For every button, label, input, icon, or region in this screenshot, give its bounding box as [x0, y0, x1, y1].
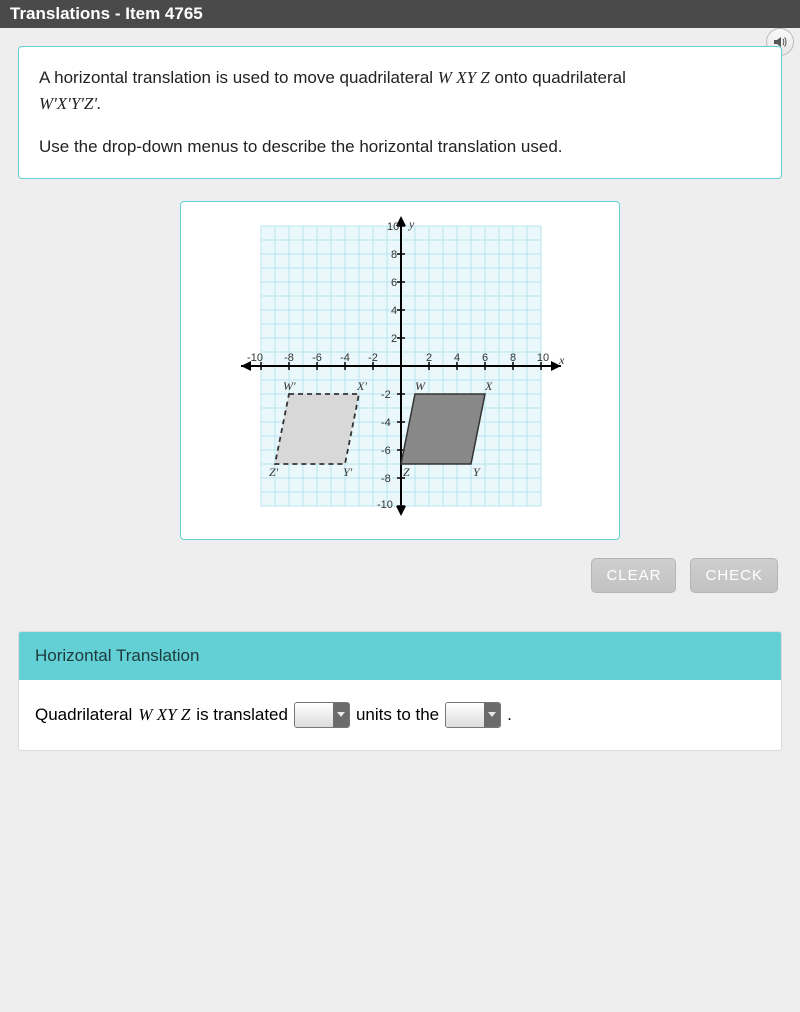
svg-text:8: 8: [391, 249, 397, 261]
svg-text:-8: -8: [284, 352, 294, 364]
svg-text:Z: Z: [403, 465, 410, 479]
svg-text:W: W: [415, 379, 426, 393]
clear-button[interactable]: CLEAR: [591, 558, 676, 593]
direction-dropdown[interactable]: [445, 702, 501, 728]
svg-text:4: 4: [454, 352, 460, 364]
svg-text:-4: -4: [381, 417, 391, 429]
svg-text:2: 2: [426, 352, 432, 364]
svg-text:Z': Z': [269, 465, 279, 479]
math-wxyz-prime: W'X'Y'Z'.: [39, 94, 101, 113]
svg-text:2: 2: [391, 333, 397, 345]
svg-text:6: 6: [391, 277, 397, 289]
svg-text:-8: -8: [381, 473, 391, 485]
svg-text:W': W': [283, 379, 296, 393]
answer-text: is translated: [196, 705, 288, 725]
math-wxyz: W XY Z: [138, 705, 190, 725]
chevron-down-icon: [484, 703, 500, 727]
units-dropdown[interactable]: [294, 702, 350, 728]
prompt-line-1: A horizontal translation is used to move…: [39, 65, 761, 116]
svg-text:Y': Y': [343, 465, 353, 479]
prompt-text: A horizontal translation is used to move…: [39, 68, 438, 87]
prompt-text: onto quadrilateral: [490, 68, 626, 87]
svg-text:X': X': [356, 379, 367, 393]
check-button[interactable]: CHECK: [690, 558, 778, 593]
page-header: Translations - Item 4765: [0, 0, 800, 28]
svg-text:10: 10: [387, 221, 399, 233]
answer-header: Horizontal Translation: [19, 632, 781, 680]
svg-text:y: y: [408, 217, 415, 231]
svg-text:x: x: [558, 353, 565, 367]
svg-text:10: 10: [537, 352, 549, 364]
svg-text:-10: -10: [377, 499, 393, 511]
coordinate-graph: -10 -8 -6 -4 -2 2 4 6 8 10 10 8 6 4 2 -2…: [201, 216, 601, 516]
prompt-line-2: Use the drop-down menus to describe the …: [39, 134, 761, 160]
svg-text:-2: -2: [381, 389, 391, 401]
prompt-box: A horizontal translation is used to move…: [18, 46, 782, 179]
answer-text: units to the: [356, 705, 439, 725]
chevron-down-icon: [333, 703, 349, 727]
svg-text:-10: -10: [247, 352, 263, 364]
page-title: Translations - Item 4765: [10, 4, 203, 24]
answer-text: Quadrilateral: [35, 705, 132, 725]
answer-card: Horizontal Translation Quadrilateral W X…: [18, 631, 782, 751]
math-wxyz: W XY Z: [438, 68, 490, 87]
svg-text:4: 4: [391, 305, 397, 317]
svg-text:-6: -6: [381, 445, 391, 457]
graph-panel: -10 -8 -6 -4 -2 2 4 6 8 10 10 8 6 4 2 -2…: [180, 201, 620, 540]
answer-text: .: [507, 705, 512, 725]
svg-text:X: X: [484, 379, 493, 393]
answer-body: Quadrilateral W XY Z is translated units…: [19, 680, 781, 750]
svg-text:-4: -4: [340, 352, 350, 364]
svg-text:-2: -2: [368, 352, 378, 364]
svg-text:6: 6: [482, 352, 488, 364]
svg-text:-6: -6: [312, 352, 322, 364]
svg-text:8: 8: [510, 352, 516, 364]
content-area: A horizontal translation is used to move…: [0, 28, 800, 769]
button-row: CLEAR CHECK: [18, 558, 782, 593]
